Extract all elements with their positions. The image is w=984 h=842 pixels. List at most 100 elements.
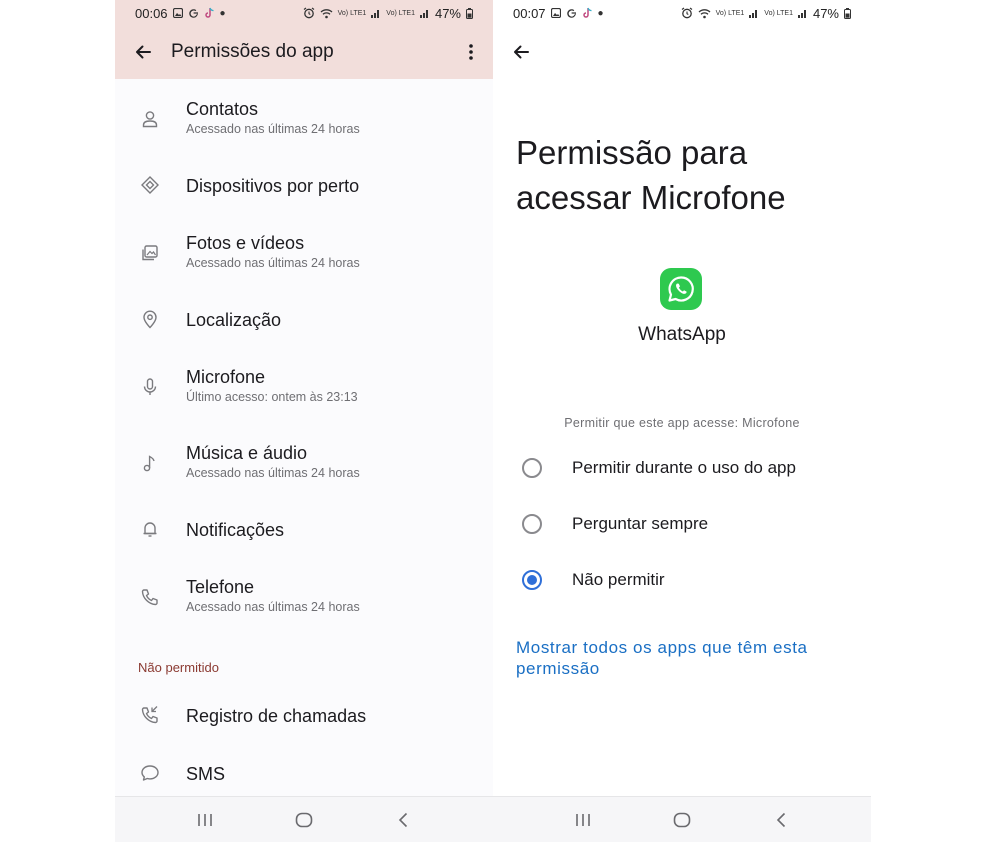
permission-title: Microfone <box>186 367 266 387</box>
permission-title: Música e áudio <box>186 443 308 463</box>
nearby-devices-icon <box>139 174 161 196</box>
recent-apps-icon <box>197 813 212 826</box>
permission-item-contatos[interactable]: Contatos Acessado nas últimas 24 horas <box>115 98 493 144</box>
call-log-icon <box>139 704 161 726</box>
alarm-icon <box>303 7 314 19</box>
option-allow-while-using[interactable]: Permitir durante o uso do app <box>493 448 871 488</box>
permission-title: Contatos <box>186 99 259 119</box>
notification-dot-icon: ● <box>219 7 226 19</box>
permission-subtitle: Último acesso: ontem às 23:13 <box>186 390 358 404</box>
google-notification-icon <box>566 8 576 18</box>
battery-icon <box>844 7 851 19</box>
permission-subtitle: Acessado nas últimas 24 horas <box>186 122 360 136</box>
navigation-bar <box>493 796 871 842</box>
tiktok-notification-icon <box>204 7 214 18</box>
status-time: 00:07 <box>513 5 546 21</box>
status-bar: 00:06 ● Vo) LTE1 Vo) LTE1 47% <box>115 0 493 26</box>
gallery-notification-icon <box>550 8 561 18</box>
chat-bubble-icon <box>139 762 161 784</box>
permission-item-musica[interactable]: Música e áudio Acessado nas últimas 24 h… <box>115 442 493 488</box>
option-dont-allow[interactable]: Não permitir <box>493 560 871 600</box>
show-all-apps-link[interactable]: Mostrar todos os apps que têm esta permi… <box>516 637 861 679</box>
not-allowed-section-label: Não permitido <box>138 660 219 675</box>
permission-item-dispositivos[interactable]: Dispositivos por perto <box>115 174 493 198</box>
microphone-permission-screen: 00:07 ● Vo) LTE1 Vo) LTE1 47% Permissão … <box>493 0 871 842</box>
battery-percent: 47% <box>434 5 461 21</box>
permission-title: Permissão para acessar Microfone <box>516 134 786 216</box>
recent-apps-button[interactable] <box>553 800 613 840</box>
microphone-icon <box>139 376 161 398</box>
status-left: 00:07 ● <box>513 6 604 21</box>
allow-access-label: Permitir que este app acesse: Microfone <box>564 416 800 430</box>
back-button[interactable] <box>115 34 171 70</box>
battery-icon <box>466 7 473 19</box>
radio-button[interactable] <box>522 514 542 534</box>
volte-indicator-2: Vo) LTE1 <box>764 9 793 17</box>
volte-indicator: Vo) LTE1 <box>337 9 367 17</box>
nav-back-button[interactable] <box>751 800 811 840</box>
recent-apps-icon <box>575 813 590 826</box>
nav-back-button[interactable] <box>373 800 433 840</box>
radio-button-selected[interactable] <box>522 570 542 590</box>
status-right: Vo) LTE1 Vo) LTE1 47% <box>303 6 473 21</box>
option-ask-every-time[interactable]: Perguntar sempre <box>493 504 871 544</box>
status-bar: 00:07 ● Vo) LTE1 Vo) LTE1 47% <box>493 0 871 26</box>
permission-title: Notificações <box>186 520 285 540</box>
permission-title: Registro de chamadas <box>186 706 367 726</box>
signal-icon <box>749 10 758 18</box>
permission-title: Dispositivos por perto <box>186 176 360 196</box>
person-icon <box>139 108 161 130</box>
more-options-button[interactable] <box>449 34 493 70</box>
phone-icon <box>139 586 161 608</box>
home-button[interactable] <box>652 800 712 840</box>
permission-item-telefone[interactable]: Telefone Acessado nas últimas 24 horas <box>115 576 493 622</box>
option-label: Perguntar sempre <box>572 514 709 533</box>
notification-dot-icon: ● <box>597 7 604 19</box>
permission-title: SMS <box>186 764 226 784</box>
permission-title: Fotos e vídeos <box>186 233 305 253</box>
permission-item-fotos[interactable]: Fotos e vídeos Acessado nas últimas 24 h… <box>115 232 493 278</box>
alarm-icon <box>681 7 692 19</box>
recent-apps-button[interactable] <box>175 800 235 840</box>
option-label: Permitir durante o uso do app <box>572 458 796 477</box>
status-left: 00:06 ● <box>135 6 226 21</box>
permission-title: Telefone <box>186 577 255 597</box>
photos-icon <box>139 242 161 264</box>
permission-subtitle: Acessado nas últimas 24 horas <box>186 466 360 480</box>
home-icon <box>673 812 691 827</box>
page-title: Permissões do app <box>171 41 334 62</box>
google-notification-icon <box>188 8 198 18</box>
bell-icon <box>139 518 161 540</box>
permission-item-sms[interactable]: SMS <box>115 762 493 786</box>
home-icon <box>295 812 313 827</box>
home-button[interactable] <box>274 800 334 840</box>
wifi-icon <box>698 8 711 18</box>
radio-button[interactable] <box>522 458 542 478</box>
status-time: 00:06 <box>135 5 168 21</box>
wifi-icon <box>320 8 333 18</box>
battery-percent: 47% <box>812 5 839 21</box>
permission-item-registro-chamadas[interactable]: Registro de chamadas <box>115 704 493 728</box>
gallery-notification-icon <box>172 8 183 18</box>
permission-subtitle: Acessado nas últimas 24 horas <box>186 600 360 614</box>
status-right: Vo) LTE1 Vo) LTE1 47% <box>681 6 851 21</box>
permission-item-notificacoes[interactable]: Notificações <box>115 518 493 542</box>
volte-indicator-2: Vo) LTE1 <box>386 9 415 17</box>
permission-title: Localização <box>186 310 282 330</box>
permission-item-microfone[interactable]: Microfone Último acesso: ontem às 23:13 <box>115 366 493 412</box>
more-vert-icon <box>469 44 473 60</box>
back-button[interactable] <box>505 36 537 68</box>
arrow-back-icon <box>136 45 151 59</box>
signal-icon <box>371 10 380 18</box>
music-note-icon <box>139 452 161 474</box>
whatsapp-logo-icon <box>660 268 702 310</box>
option-label: Não permitir <box>572 570 665 589</box>
location-pin-icon <box>139 308 161 330</box>
permission-subtitle: Acessado nas últimas 24 horas <box>186 256 360 270</box>
permission-item-localizacao[interactable]: Localização <box>115 308 493 332</box>
tiktok-notification-icon <box>582 7 592 18</box>
volte-indicator: Vo) LTE1 <box>715 9 745 17</box>
signal-icon-2 <box>419 10 428 18</box>
navigation-bar <box>115 796 493 842</box>
signal-icon-2 <box>797 10 806 18</box>
